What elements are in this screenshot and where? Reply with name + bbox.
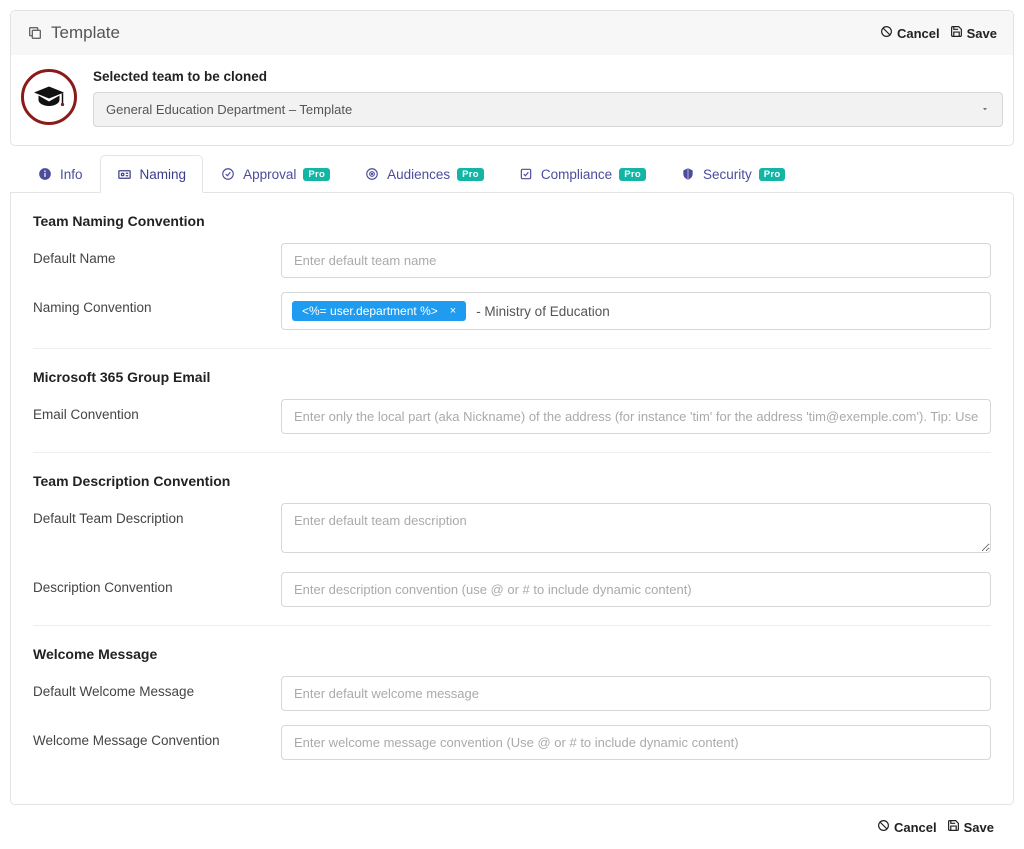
- pro-badge: Pro: [619, 168, 646, 181]
- naming-suffix-text: - Ministry of Education: [476, 304, 610, 319]
- checkbox-icon: [518, 166, 534, 182]
- default-welcome-label: Default Welcome Message: [33, 676, 281, 699]
- team-avatar: [21, 69, 77, 125]
- info-icon: [37, 166, 53, 182]
- save-button-top[interactable]: Save: [950, 25, 997, 41]
- desc-convention-label: Description Convention: [33, 572, 281, 595]
- team-select[interactable]: General Education Department – Template: [93, 92, 1003, 127]
- default-desc-label: Default Team Description: [33, 503, 281, 526]
- tab-audiences[interactable]: Audiences Pro: [347, 155, 501, 193]
- tab-security[interactable]: Security Pro: [663, 155, 803, 193]
- tab-approval[interactable]: Approval Pro: [203, 155, 347, 193]
- token-user-department: <%= user.department %> ×: [292, 301, 466, 321]
- page-title: Template: [51, 23, 120, 43]
- email-convention-label: Email Convention: [33, 399, 281, 422]
- shield-icon: [680, 166, 696, 182]
- section-team-desc: Team Description Convention: [33, 473, 991, 489]
- token-remove-icon[interactable]: ×: [446, 305, 460, 317]
- save-icon: [947, 819, 960, 835]
- divider: [33, 452, 991, 453]
- team-select-value: General Education Department – Template: [106, 102, 352, 117]
- cancel-icon: [877, 819, 890, 835]
- pro-badge: Pro: [303, 168, 330, 181]
- default-name-label: Default Name: [33, 243, 281, 266]
- copy-icon: [27, 25, 43, 41]
- welcome-convention-input[interactable]: [281, 725, 991, 760]
- caret-down-icon: [980, 102, 990, 117]
- id-card-icon: [117, 166, 133, 182]
- naming-convention-label: Naming Convention: [33, 292, 281, 315]
- desc-convention-input[interactable]: [281, 572, 991, 607]
- pro-badge: Pro: [759, 168, 786, 181]
- welcome-convention-label: Welcome Message Convention: [33, 725, 281, 748]
- target-icon: [364, 166, 380, 182]
- section-team-naming: Team Naming Convention: [33, 213, 991, 229]
- save-icon: [950, 25, 963, 41]
- cancel-icon: [880, 25, 893, 41]
- divider: [33, 348, 991, 349]
- save-button-bottom[interactable]: Save: [947, 819, 994, 835]
- clone-label: Selected team to be cloned: [93, 69, 1003, 84]
- tab-compliance[interactable]: Compliance Pro: [501, 155, 663, 193]
- default-welcome-input[interactable]: [281, 676, 991, 711]
- tab-naming[interactable]: Naming: [100, 155, 204, 193]
- default-name-input[interactable]: [281, 243, 991, 278]
- email-convention-input[interactable]: [281, 399, 991, 434]
- section-group-email: Microsoft 365 Group Email: [33, 369, 991, 385]
- cancel-button-top[interactable]: Cancel: [880, 25, 940, 41]
- naming-convention-input[interactable]: <%= user.department %> × - Ministry of E…: [281, 292, 991, 330]
- tab-info[interactable]: Info: [20, 155, 100, 193]
- cancel-button-bottom[interactable]: Cancel: [877, 819, 937, 835]
- section-welcome: Welcome Message: [33, 646, 991, 662]
- divider: [33, 625, 991, 626]
- pro-badge: Pro: [457, 168, 484, 181]
- check-circle-icon: [220, 166, 236, 182]
- default-desc-input[interactable]: [281, 503, 991, 553]
